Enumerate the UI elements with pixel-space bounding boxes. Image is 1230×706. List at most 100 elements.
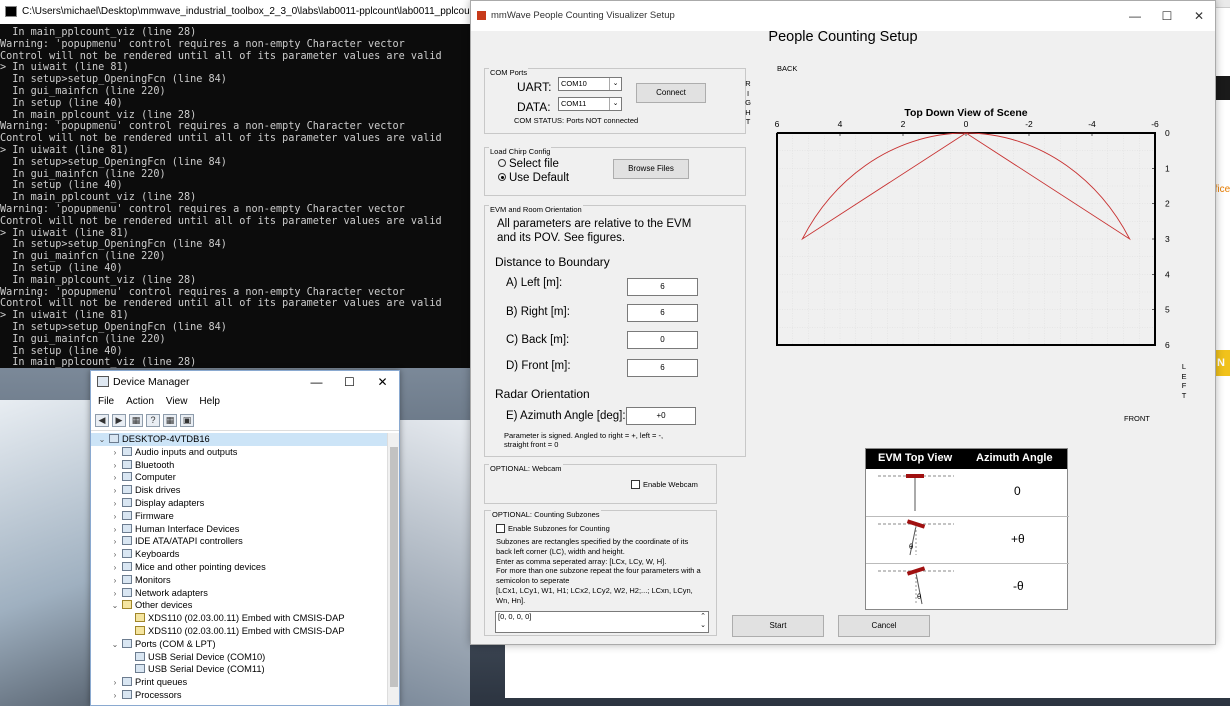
cancel-button[interactable]: Cancel (838, 615, 930, 637)
vertical-scrollbar[interactable] (387, 433, 399, 705)
top-down-scene-chart: Top Down View of Scene 6 4 2 0 -2 -4 -6 0 1 2 3 4 5 6 (775, 107, 1170, 350)
tree-item[interactable]: › IDE ATA/ATAPI controllers (91, 535, 387, 548)
console-line: > In uiwait (line 81) (0, 62, 129, 74)
y-tick-label: 4 (1165, 269, 1170, 279)
device-manager-window[interactable]: Device Manager — ☐ ✕ File Action View He… (90, 370, 400, 706)
tree-item-label: Firmware (135, 510, 174, 521)
tree-item[interactable]: › Print queues (91, 676, 387, 689)
close-button[interactable]: ✕ (1183, 1, 1215, 31)
subzones-description-line: For more than one subzone repeat the fou… (496, 566, 701, 576)
azimuth-label: E) Azimuth Angle [deg]: (506, 410, 626, 422)
tree-item[interactable]: › Processors (91, 689, 387, 702)
select-file-radio[interactable]: Select file (498, 158, 559, 170)
console-line: In gui_mainfcn (line 220) (0, 251, 166, 263)
computer-icon (109, 434, 119, 443)
tree-item[interactable]: › Network adapters (91, 587, 387, 600)
tree-item[interactable]: › Display adapters (91, 497, 387, 510)
tree-item[interactable]: › Disk drives (91, 484, 387, 497)
spinner-icon[interactable]: ⌃ ⌄ (700, 612, 706, 630)
tree-item[interactable]: › Human Interface Devices (91, 523, 387, 536)
x-tick-label: -2 (1025, 119, 1033, 129)
start-button[interactable]: Start (732, 615, 824, 637)
menu-view[interactable]: View (166, 393, 188, 411)
tree-item[interactable]: ⌄ Ports (COM & LPT) (91, 638, 387, 651)
console-line: Control will not be rendered until all o… (0, 215, 442, 227)
device-manager-icon (97, 376, 109, 387)
hid-icon (122, 523, 132, 533)
console-line: > In uiwait (line 81) (0, 227, 129, 239)
console-line: Warning: 'popupmenu' control requires a … (0, 286, 405, 298)
console-line: > In uiwait (line 81) (0, 144, 129, 156)
tree-item[interactable]: XDS110 (02.03.00.11) Embed with CMSIS-DA… (91, 625, 387, 638)
maximize-button[interactable]: ☐ (1151, 1, 1183, 31)
browse-files-button[interactable]: Browse Files (613, 159, 689, 179)
y-tick-label: 6 (1165, 340, 1170, 350)
tree-item[interactable]: › Bluetooth (91, 459, 387, 472)
menu-help[interactable]: Help (199, 393, 220, 411)
subzones-panel: OPTIONAL: Counting Subzones Enable Subzo… (484, 510, 717, 636)
minimize-button[interactable]: — (1119, 1, 1151, 31)
console-line: Control will not be rendered until all o… (0, 298, 442, 310)
maximize-button[interactable]: ☐ (333, 371, 366, 393)
tree-item[interactable]: USB Serial Device (COM11) (91, 663, 387, 676)
setup-window[interactable]: mmWave People Counting Visualizer Setup … (470, 0, 1216, 645)
port-icon (135, 664, 145, 674)
properties-icon[interactable]: ▦ (129, 414, 143, 427)
console-line: In setup (line 40) (0, 345, 123, 357)
right-input[interactable]: 6 (627, 304, 698, 322)
evm-col-header: EVM Top View (878, 452, 953, 464)
console-line: Warning: 'popupmenu' control requires a … (0, 121, 405, 133)
data-select[interactable]: COM11 ⌄ (558, 97, 622, 111)
scrollbar-thumb[interactable] (390, 447, 398, 687)
tree-item[interactable]: USB Serial Device (COM10) (91, 651, 387, 664)
device-tree[interactable]: ⌄ DESKTOP-4VTDB16 › Audio inputs and output… (91, 433, 387, 705)
use-default-label: Use Default (509, 172, 570, 184)
x-tick-label: -6 (1151, 119, 1159, 129)
help-icon[interactable]: ? (146, 414, 160, 427)
tree-item[interactable]: ⌄ DESKTOP-4VTDB16 (91, 433, 387, 446)
azimuth-note: straight front = 0 (504, 440, 559, 449)
angle-value: -θ (1013, 579, 1024, 593)
tree-item-label: Audio inputs and outputs (135, 446, 238, 457)
enable-subzones-label: Enable Subzones for Counting (508, 524, 610, 533)
view-icon[interactable]: ▦ (163, 414, 177, 427)
front-input[interactable]: 6 (627, 359, 698, 377)
tree-item[interactable]: › Monitors (91, 574, 387, 587)
left-input[interactable]: 6 (627, 278, 698, 296)
tree-item[interactable]: › Mice and other pointing devices (91, 561, 387, 574)
console-window[interactable]: C:\Users\michael\Desktop\mmwave_industri… (0, 0, 470, 368)
expand-chevron-icon[interactable]: › (110, 690, 120, 703)
tree-item-label: XDS110 (02.03.00.11) Embed with CMSIS-DA… (148, 613, 345, 624)
chirp-config-panel: Load Chirp Config Select file Use Defaul… (484, 147, 746, 196)
tree-item[interactable]: XDS110 (02.03.00.11) Embed with CMSIS-DA… (91, 612, 387, 625)
tree-item[interactable]: › Keyboards (91, 548, 387, 561)
use-default-radio[interactable]: Use Default (498, 172, 569, 184)
tree-item[interactable]: › Firmware (91, 510, 387, 523)
menu-file[interactable]: File (98, 393, 114, 411)
front-label: FRONT (1124, 414, 1150, 423)
connect-button[interactable]: Connect (636, 83, 706, 103)
tree-item[interactable]: › Audio inputs and outputs (91, 446, 387, 459)
enable-subzones-checkbox[interactable] (496, 524, 505, 533)
console-line: In setup (line 40) (0, 97, 123, 109)
tree-item[interactable]: ⌄ Other devices (91, 599, 387, 612)
y-tick-label: 1 (1165, 163, 1170, 173)
forward-arrow-icon[interactable]: ▶ (112, 414, 126, 427)
menu-action[interactable]: Action (126, 393, 154, 411)
tree-item[interactable]: › Computer (91, 471, 387, 484)
minimize-button[interactable]: — (300, 371, 333, 393)
setup-window-title: mmWave People Counting Visualizer Setup (491, 10, 675, 21)
left-label: A) Left [m]: (506, 277, 563, 289)
back-arrow-icon[interactable]: ◀ (95, 414, 109, 427)
back-input[interactable]: 0 (627, 331, 698, 349)
uart-select[interactable]: COM10 ⌄ (558, 77, 622, 91)
console-icon (5, 6, 17, 17)
close-button[interactable]: ✕ (366, 371, 399, 393)
chart-grid (776, 132, 1156, 346)
tree-item-label: Network adapters (135, 587, 208, 598)
enable-webcam-checkbox[interactable] (631, 480, 640, 489)
azimuth-input[interactable]: +0 (626, 407, 696, 425)
monitor-scan-icon[interactable]: ▣ (180, 414, 194, 427)
console-line: Warning: 'popupmenu' control requires a … (0, 203, 405, 215)
subzones-input[interactable]: [0, 0, 0, 0] ⌃ ⌄ (495, 611, 709, 633)
